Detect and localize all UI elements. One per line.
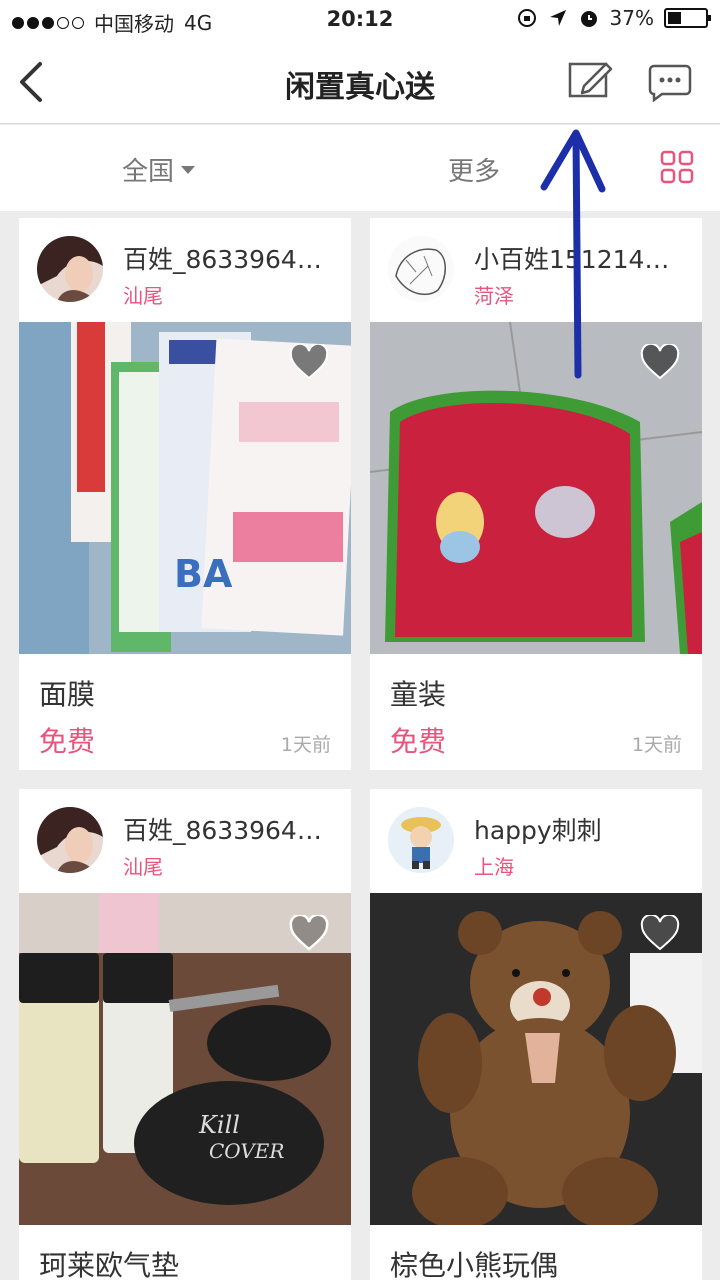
- grid-view-icon[interactable]: [660, 150, 694, 184]
- item-photo[interactable]: Kill COVER: [19, 893, 351, 1225]
- username[interactable]: 百姓_8633964…: [123, 240, 338, 276]
- item-title: 童装: [390, 678, 447, 711]
- posted-time: 1天前: [280, 734, 331, 756]
- city-label: 汕尾: [123, 855, 163, 879]
- item-photo[interactable]: BA: [19, 322, 351, 654]
- favorite-heart-icon[interactable]: [289, 344, 329, 380]
- location-arrow-icon: [549, 10, 566, 26]
- item-photo[interactable]: [370, 322, 702, 654]
- item-title: 面膜: [39, 678, 96, 711]
- item-card[interactable]: 百姓_8633964… 汕尾 Kill COVER 珂莱欧气垫: [19, 789, 351, 1280]
- region-dropdown[interactable]: 全国: [122, 151, 196, 188]
- rotation-lock-icon: [517, 9, 536, 27]
- avatar[interactable]: [388, 807, 454, 873]
- filter-bar: 全国 更多: [0, 125, 720, 211]
- svg-text:Kill: Kill: [198, 1111, 240, 1139]
- posted-time: 1天前: [631, 734, 682, 756]
- item-title: 珂莱欧气垫: [39, 1249, 180, 1280]
- item-photo[interactable]: [370, 893, 702, 1225]
- status-bar: 中国移动 4G 20:12 37%: [0, 0, 720, 40]
- caret-down-icon: [181, 165, 196, 174]
- avatar[interactable]: [37, 236, 103, 302]
- chat-bubble-icon[interactable]: [646, 62, 694, 102]
- item-card[interactable]: 小百姓151214… 菏泽 童装 免费 1天前: [370, 218, 702, 770]
- username[interactable]: 百姓_8633964…: [123, 811, 338, 847]
- username[interactable]: 小百姓151214…: [474, 240, 689, 276]
- avatar[interactable]: [388, 236, 454, 302]
- navigation-bar: 闲置真心送: [0, 40, 720, 124]
- favorite-heart-icon[interactable]: [640, 915, 680, 951]
- avatar[interactable]: [37, 807, 103, 873]
- price-label: 免费: [390, 725, 447, 758]
- item-title: 棕色小熊玩偶: [390, 1249, 559, 1280]
- alarm-icon: [580, 11, 597, 27]
- region-label: 全国: [122, 157, 175, 187]
- svg-text:COVER: COVER: [209, 1139, 284, 1163]
- item-card[interactable]: happy刺刺 上海 棕色小熊玩偶: [370, 789, 702, 1280]
- item-card[interactable]: 百姓_8633964… 汕尾 BA 面膜 免费 1天前: [19, 218, 351, 770]
- favorite-heart-icon[interactable]: [289, 915, 329, 951]
- svg-text:BA: BA: [174, 552, 233, 596]
- battery-percent: 37%: [609, 6, 654, 30]
- more-filter-button[interactable]: 更多: [448, 151, 500, 188]
- city-label: 上海: [474, 855, 514, 879]
- username[interactable]: happy刺刺: [474, 811, 689, 847]
- city-label: 汕尾: [123, 284, 163, 308]
- price-label: 免费: [39, 725, 96, 758]
- edit-post-icon[interactable]: [566, 58, 614, 102]
- city-label: 菏泽: [474, 284, 514, 308]
- battery-icon: [664, 8, 711, 28]
- favorite-heart-icon[interactable]: [640, 344, 680, 380]
